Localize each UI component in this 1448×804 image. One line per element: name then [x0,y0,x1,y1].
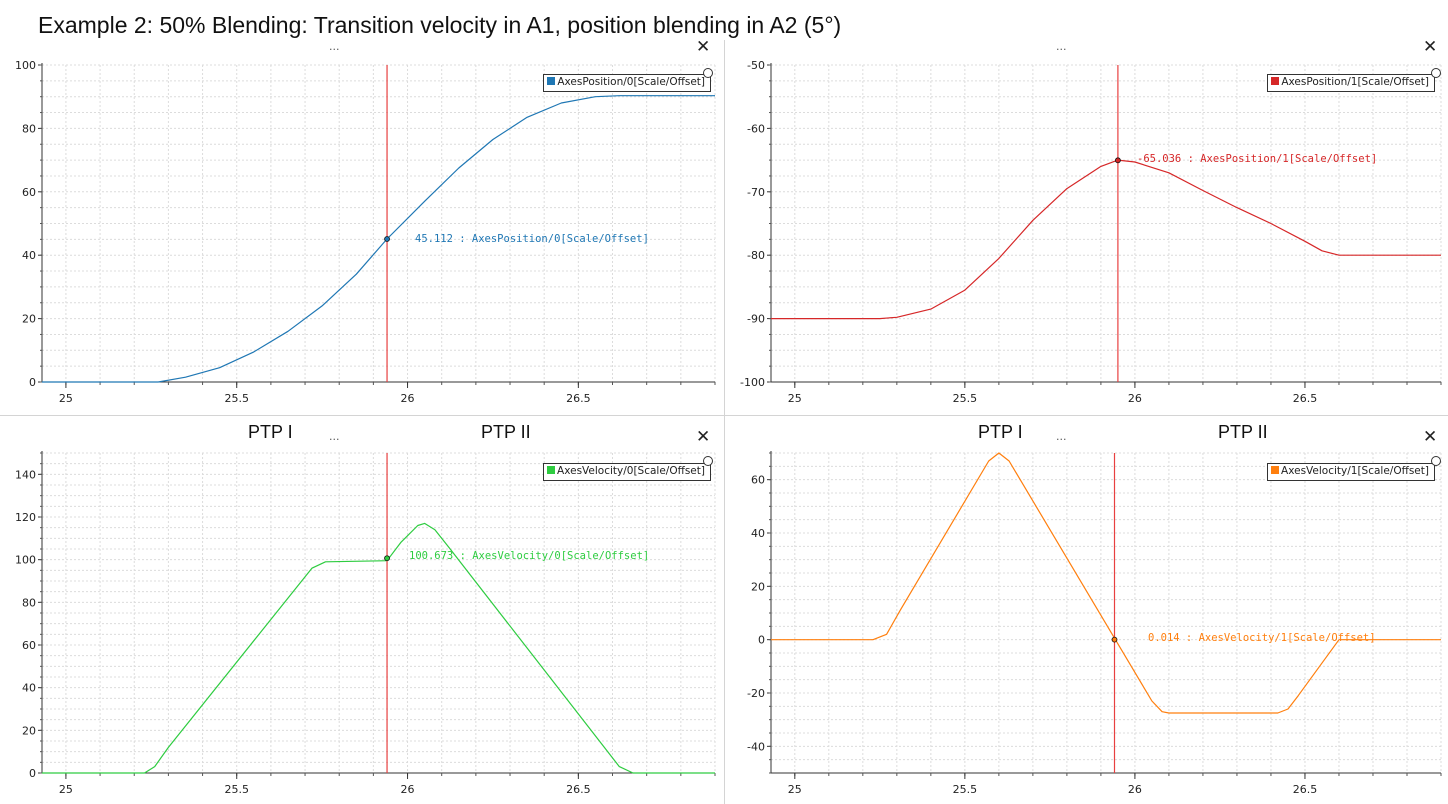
y-tick-label: 100 [15,59,36,72]
y-tick-label: 20 [22,313,36,326]
y-tick-label: -40 [747,740,765,753]
y-tick-label: -100 [740,376,765,389]
annotation-ptp-1: PTP I [978,422,1023,442]
cursor-readout: 100.673 : AxesVelocity/0[Scale/Offset] [409,550,650,562]
legend-swatch [547,77,556,85]
panel-menu-icon[interactable]: ... [1056,40,1067,53]
x-tick-label: 25.5 [224,392,249,405]
plot-svg: 0 20 40 60 80 100 25 25.5 26 26.5 [15,59,716,405]
legend-swatch [1271,77,1280,85]
y-tick-label: 80 [22,122,36,135]
chart-panel-a1-position: 0 20 40 60 80 100 25 25.5 26 26.5 ... ✕ AxesPosit… [0,37,724,415]
cursor-point [384,555,390,562]
legend[interactable]: AxesPosition/1[Scale/Offset] [1267,74,1435,92]
y-tick-label: -20 [747,687,765,700]
legend[interactable]: AxesVelocity/0[Scale/Offset] [543,463,711,481]
annotation-ptp-1: PTP I [248,422,293,442]
y-tick-label: 60 [22,639,36,652]
y-tick-label: 140 [15,468,36,481]
y-tick-label: 0 [29,767,36,780]
annotation-ptp-2: PTP II [481,422,531,442]
plot-svg: -100 -90 -80 -70 -60 -50 25 25.5 26 26.5 [740,59,1442,405]
x-tick-label: 25.5 [953,392,978,405]
y-tick-label: 100 [15,554,36,567]
cursor-point [1111,636,1118,643]
legend-label: AxesPosition/0[Scale/Offset] [557,76,705,88]
legend-label: AxesPosition/1[Scale/Offset] [1281,76,1429,88]
y-tick-label: 40 [751,527,765,540]
y-tick-label: 80 [22,596,36,609]
legend-label: AxesVelocity/1[Scale/Offset] [1281,465,1429,477]
y-tick-label: 60 [22,186,36,199]
legend[interactable]: AxesVelocity/1[Scale/Offset] [1267,463,1435,481]
x-tick-label: 26.5 [566,392,591,405]
legend-handle[interactable] [703,456,713,466]
y-tick-label: -50 [747,59,765,72]
chart-panel-a2-position: -100 -90 -80 -70 -60 -50 25 25.5 26 26.5 ... ✕ Ax… [725,37,1448,415]
close-icon[interactable]: ✕ [696,427,710,447]
x-tick-label: 26 [401,392,415,405]
x-tick-label: 25 [59,783,73,796]
y-tick-label: 0 [758,634,765,647]
y-tick-label: 0 [29,376,36,389]
page-title: Example 2: 50% Blending: Transition velo… [38,12,842,38]
y-tick-label: 40 [22,682,36,695]
cursor-readout: 45.112 : AxesPosition/0[Scale/Offset] [415,233,649,245]
cursor-readout: 0.014 : AxesVelocity/1[Scale/Offset] [1148,632,1376,644]
chart-panel-a2-velocity: -40 -20 0 20 40 60 25 25.5 26 26.5 PTP I PTP II .… [725,416,1448,804]
y-tick-label: 20 [751,580,765,593]
close-icon[interactable]: ✕ [696,37,710,57]
x-tick-label: 25 [59,392,73,405]
y-tick-label: -70 [747,186,765,199]
close-icon[interactable]: ✕ [1423,37,1437,57]
legend-swatch [547,466,556,474]
y-tick-label: -60 [747,122,765,135]
y-tick-label: -90 [747,313,765,326]
panel-menu-icon[interactable]: ... [329,40,340,53]
x-tick-label: 26.5 [566,783,591,796]
x-tick-label: 26.5 [1293,783,1318,796]
x-tick-label: 26.5 [1293,392,1318,405]
cursor-point [1115,157,1121,164]
y-tick-label: 120 [15,511,36,524]
cursor-readout: -65.036 : AxesPosition/1[Scale/Offset] [1137,153,1378,165]
y-tick-label: -80 [747,249,765,262]
y-tick-label: 60 [751,474,765,487]
x-tick-label: 25.5 [953,783,978,796]
legend-swatch [1271,466,1280,474]
x-tick-label: 26 [401,783,415,796]
legend[interactable]: AxesPosition/0[Scale/Offset] [543,74,711,92]
legend-label: AxesVelocity/0[Scale/Offset] [557,465,705,477]
legend-handle[interactable] [1431,456,1441,466]
legend-handle[interactable] [703,68,713,78]
legend-handle[interactable] [1431,68,1441,78]
x-tick-label: 25 [788,392,802,405]
chart-panel-a1-velocity: 0 20 40 60 80 100 120 140 25 25.5 26 26.5 PTP I PTP… [0,416,724,804]
x-tick-label: 26 [1128,783,1142,796]
x-tick-label: 25.5 [224,783,249,796]
cursor-point [384,236,390,242]
y-tick-label: 40 [22,249,36,262]
y-tick-label: 20 [22,724,36,737]
x-tick-label: 26 [1128,392,1142,405]
panel-menu-icon[interactable]: ... [329,430,340,443]
annotation-ptp-2: PTP II [1218,422,1268,442]
series-line [771,452,1441,714]
panel-menu-icon[interactable]: ... [1056,430,1067,443]
close-icon[interactable]: ✕ [1423,427,1437,447]
x-tick-label: 25 [788,783,802,796]
